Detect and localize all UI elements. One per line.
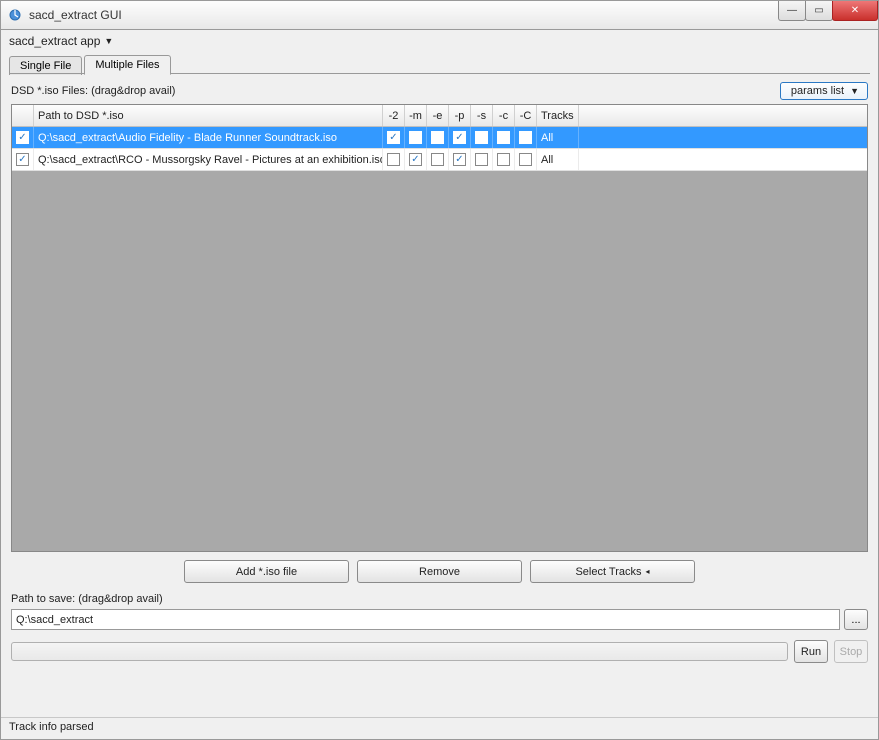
col-flag-cc[interactable]: -C xyxy=(515,105,537,126)
col-flag-e[interactable]: -e xyxy=(427,105,449,126)
iso-files-grid[interactable]: Path to DSD *.iso -2 -m -e -p -s -c -C T… xyxy=(11,104,868,552)
cell-path: Q:\sacd_extract\Audio Fidelity - Blade R… xyxy=(34,127,383,148)
window-controls: — ▭ ✕ xyxy=(779,1,878,21)
grid-header: Path to DSD *.iso -2 -m -e -p -s -c -C T… xyxy=(12,105,867,127)
col-flag-c[interactable]: -c xyxy=(493,105,515,126)
checkbox[interactable]: ✓ xyxy=(387,131,400,144)
table-row[interactable]: ✓ Q:\sacd_extract\Audio Fidelity - Blade … xyxy=(12,127,867,149)
checkbox[interactable] xyxy=(497,131,510,144)
checkbox[interactable] xyxy=(387,153,400,166)
maximize-button[interactable]: ▭ xyxy=(805,1,833,21)
cell-path: Q:\sacd_extract\RCO - Mussorgsky Ravel -… xyxy=(34,149,383,170)
col-path[interactable]: Path to DSD *.iso xyxy=(34,105,383,126)
run-button[interactable]: Run xyxy=(794,640,828,663)
triangle-left-icon: ◂ xyxy=(646,567,650,576)
progress-bar xyxy=(11,642,788,661)
close-button[interactable]: ✕ xyxy=(832,1,878,21)
checkbox[interactable]: ✓ xyxy=(16,131,29,144)
content-frame: sacd_extract app ▼ Single File Multiple … xyxy=(0,30,879,740)
checkbox[interactable]: ✓ xyxy=(453,131,466,144)
checkbox[interactable] xyxy=(475,153,488,166)
save-path-label: Path to save: (drag&drop avail) xyxy=(11,593,163,605)
window-title: sacd_extract GUI xyxy=(29,8,122,22)
select-tracks-button[interactable]: Select Tracks ◂ xyxy=(530,560,695,583)
checkbox[interactable] xyxy=(431,131,444,144)
app-menu[interactable]: sacd_extract app ▼ xyxy=(1,30,878,52)
dsd-files-label: DSD *.iso Files: (drag&drop avail) xyxy=(11,85,175,97)
col-flag-s[interactable]: -s xyxy=(471,105,493,126)
cell-tracks: All xyxy=(537,149,579,170)
tab-panel-multiple: DSD *.iso Files: (drag&drop avail) param… xyxy=(1,74,878,671)
checkbox[interactable] xyxy=(519,153,532,166)
checkbox[interactable] xyxy=(409,131,422,144)
col-flag-m[interactable]: -m xyxy=(405,105,427,126)
app-menu-label: sacd_extract app xyxy=(9,34,100,48)
remove-button[interactable]: Remove xyxy=(357,560,522,583)
checkbox[interactable] xyxy=(475,131,488,144)
stop-button: Stop xyxy=(834,640,868,663)
browse-button[interactable]: ... xyxy=(844,609,868,630)
minimize-button[interactable]: — xyxy=(778,1,806,21)
chevron-down-icon: ▼ xyxy=(850,86,859,96)
checkbox[interactable] xyxy=(497,153,510,166)
cell-tracks: All xyxy=(537,127,579,148)
col-select[interactable] xyxy=(12,105,34,126)
col-flag-p[interactable]: -p xyxy=(449,105,471,126)
add-iso-button[interactable]: Add *.iso file xyxy=(184,560,349,583)
tab-multiple-files[interactable]: Multiple Files xyxy=(84,55,170,75)
app-icon xyxy=(7,7,23,23)
col-tracks[interactable]: Tracks xyxy=(537,105,579,126)
params-list-button[interactable]: params list ▼ xyxy=(780,82,868,100)
table-row[interactable]: ✓ Q:\sacd_extract\RCO - Mussorgsky Ravel … xyxy=(12,149,867,171)
checkbox[interactable] xyxy=(431,153,444,166)
checkbox[interactable]: ✓ xyxy=(409,153,422,166)
checkbox[interactable]: ✓ xyxy=(453,153,466,166)
titlebar[interactable]: sacd_extract GUI — ▭ ✕ xyxy=(0,0,879,30)
chevron-down-icon: ▼ xyxy=(104,36,113,46)
checkbox[interactable] xyxy=(519,131,532,144)
tabs-row: Single File Multiple Files xyxy=(1,52,878,74)
checkbox[interactable]: ✓ xyxy=(16,153,29,166)
status-bar: Track info parsed xyxy=(1,717,878,739)
save-path-input[interactable] xyxy=(11,609,840,630)
col-flag-2[interactable]: -2 xyxy=(383,105,405,126)
status-text: Track info parsed xyxy=(9,721,94,733)
grid-body: ✓ Q:\sacd_extract\Audio Fidelity - Blade … xyxy=(12,127,867,171)
